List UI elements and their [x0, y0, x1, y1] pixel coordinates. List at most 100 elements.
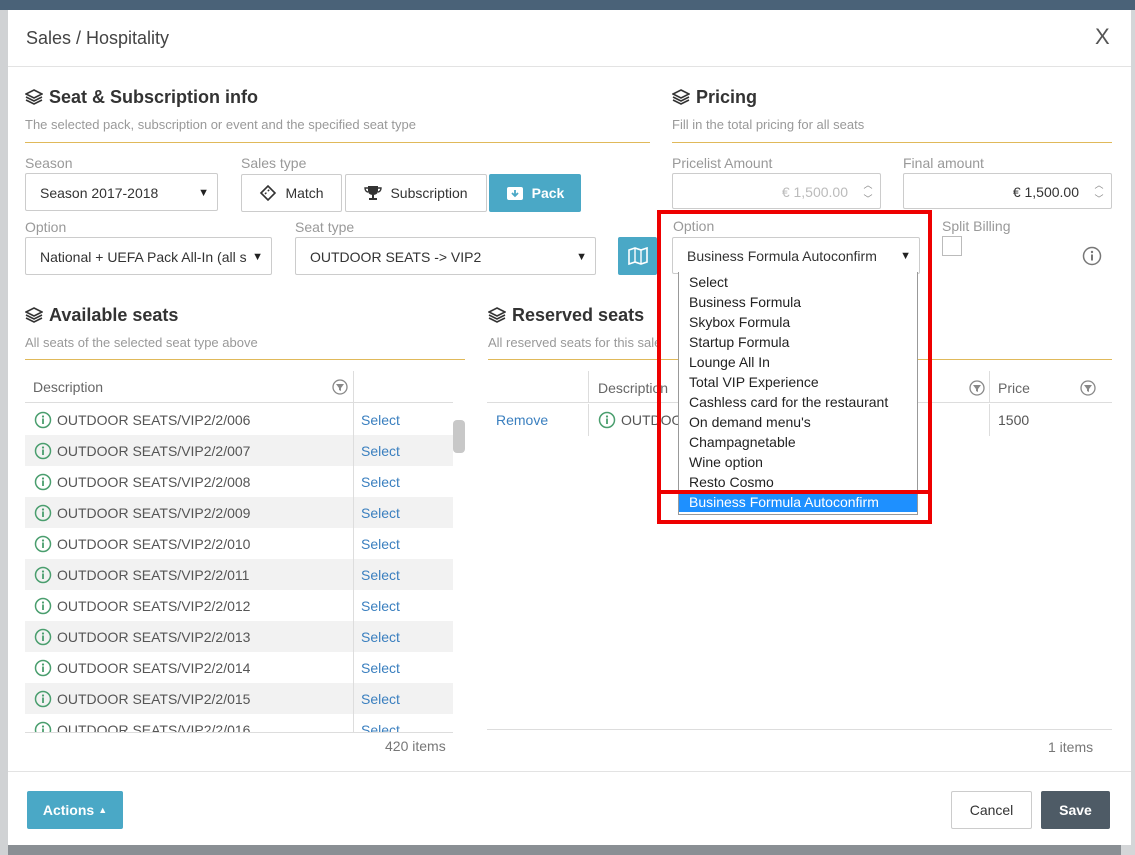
- spin-up-icon[interactable]: ︿: [1091, 179, 1107, 191]
- dropdown-arrow-icon: ▼: [576, 251, 587, 263]
- seat-section-divider: [25, 142, 650, 143]
- subscription-button[interactable]: Subscription: [345, 174, 487, 212]
- select-link[interactable]: Select: [361, 567, 400, 583]
- layers-icon: [24, 89, 44, 105]
- highlight-frame: [657, 210, 932, 524]
- available-seats-title: Available seats: [24, 305, 179, 326]
- modal-footer: Actions ▲ Cancel Save: [8, 771, 1131, 845]
- table-row: OUTDOOR SEATS/VIP2/2/015 Select: [25, 683, 453, 714]
- spin-up-icon[interactable]: ︿: [860, 179, 876, 191]
- seat-description: OUTDOOR SEATS/VIP2/2/008: [57, 474, 251, 490]
- filter-icon[interactable]: [969, 380, 985, 401]
- package-icon: [506, 187, 523, 200]
- modal-title: Sales / Hospitality: [26, 28, 170, 48]
- select-link[interactable]: Select: [361, 691, 400, 707]
- sales-modal: Sales / Hospitality X Seat & Subscriptio…: [8, 10, 1131, 845]
- table-row: OUTDOOR SEATS/VIP2/2/008 Select: [25, 466, 453, 497]
- option-left-label: Option: [25, 219, 67, 235]
- select-link[interactable]: Select: [361, 629, 400, 645]
- spin-down-icon[interactable]: ﹀: [1091, 193, 1107, 205]
- background-left: [0, 10, 8, 855]
- seat-description: OUTDOOR SEATS/VIP2/2/013: [57, 629, 251, 645]
- table-row: OUTDOOR SEATS/VIP2/2/014 Select: [25, 652, 453, 683]
- select-link[interactable]: Select: [361, 536, 400, 552]
- seat-description: OUTDOOR SEATS/VIP2/2/007: [57, 443, 251, 459]
- layers-icon: [671, 89, 691, 105]
- final-amount-value: € 1,500.00: [1012, 184, 1079, 200]
- select-link[interactable]: Select: [361, 598, 400, 614]
- reserved-grid-bottom: [487, 729, 1112, 730]
- select-link[interactable]: Select: [361, 722, 400, 732]
- pack-button[interactable]: Pack: [489, 174, 581, 212]
- filter-icon[interactable]: [332, 379, 348, 400]
- map-icon: [627, 247, 648, 265]
- match-button[interactable]: Match: [241, 174, 342, 212]
- remove-link[interactable]: Remove: [496, 412, 548, 428]
- option-left-select[interactable]: National + UEFA Pack All-In (all s ▼: [25, 237, 272, 275]
- final-amount-label: Final amount: [903, 155, 984, 171]
- available-grid-header: Description: [25, 371, 453, 403]
- season-select[interactable]: Season 2017-2018 ▼: [25, 173, 218, 211]
- seat-type-select[interactable]: OUTDOOR SEATS -> VIP2 ▼: [295, 237, 596, 275]
- select-link[interactable]: Select: [361, 505, 400, 521]
- select-link[interactable]: Select: [361, 474, 400, 490]
- filter-icon[interactable]: [1080, 380, 1096, 401]
- table-row: OUTDOOR SEATS/VIP2/2/012 Select: [25, 590, 453, 621]
- pricing-section-title-text: Pricing: [696, 87, 758, 107]
- scrollbar-thumb[interactable]: [453, 420, 465, 453]
- pricing-section-subtitle: Fill in the total pricing for all seats: [672, 117, 865, 132]
- reserved-count: 1 items: [1048, 739, 1094, 755]
- reserved-price: 1500: [998, 412, 1030, 428]
- close-button[interactable]: X: [1095, 24, 1110, 50]
- layers-icon: [24, 307, 44, 323]
- pack-label: Pack: [531, 185, 565, 201]
- cancel-button[interactable]: Cancel: [951, 791, 1032, 829]
- available-count: 420 items: [385, 738, 446, 754]
- seat-section-title-text: Seat & Subscription info: [49, 87, 259, 107]
- info-circle-icon: [34, 597, 52, 618]
- dropdown-arrow-icon: ▼: [252, 251, 263, 263]
- info-circle-icon: [34, 628, 52, 649]
- select-link[interactable]: Select: [361, 443, 400, 459]
- info-circle-icon: [34, 473, 52, 494]
- split-billing-checkbox[interactable]: [942, 236, 962, 256]
- table-row: OUTDOOR SEATS/VIP2/2/007 Select: [25, 435, 453, 466]
- pricelist-input[interactable]: € 1,500.00 ︿ ﹀: [672, 173, 881, 209]
- dropdown-arrow-icon: ▼: [198, 187, 209, 199]
- seat-description: OUTDOOR SEATS/VIP2/2/012: [57, 598, 251, 614]
- ticket-icon: [260, 185, 277, 201]
- available-seats-title-text: Available seats: [49, 305, 179, 325]
- info-circle-icon: [34, 659, 52, 680]
- save-button[interactable]: Save: [1041, 791, 1110, 829]
- info-icon[interactable]: [1082, 246, 1102, 271]
- table-row: OUTDOOR SEATS/VIP2/2/006 Select: [25, 404, 453, 435]
- final-amount-input[interactable]: € 1,500.00 ︿ ﹀: [903, 173, 1112, 209]
- select-link[interactable]: Select: [361, 412, 400, 428]
- reserved-col-price: Price: [998, 380, 1030, 396]
- season-label: Season: [25, 155, 73, 171]
- seat-map-button[interactable]: [618, 237, 657, 275]
- match-label: Match: [285, 185, 324, 201]
- seat-type-value: OUTDOOR SEATS -> VIP2: [310, 249, 482, 265]
- info-circle-icon: [34, 411, 52, 432]
- actions-button[interactable]: Actions ▲: [27, 791, 123, 829]
- reserved-seats-title-text: Reserved seats: [512, 305, 645, 325]
- available-col-description: Description: [33, 379, 104, 395]
- pricing-section-divider: [672, 142, 1112, 143]
- select-link[interactable]: Select: [361, 660, 400, 676]
- seat-description: OUTDOOR SEATS/VIP2/2/011: [57, 567, 250, 583]
- table-row: OUTDOOR SEATS/VIP2/2/016 Select: [25, 714, 453, 732]
- spin-down-icon[interactable]: ﹀: [860, 193, 876, 205]
- column-separator: [353, 403, 354, 732]
- modal-header: Sales / Hospitality X: [8, 10, 1131, 67]
- actions-label: Actions: [42, 802, 95, 818]
- split-billing-label: Split Billing: [942, 218, 1011, 234]
- header-separator: [588, 371, 589, 403]
- info-circle-icon: [598, 411, 616, 434]
- info-circle-icon: [34, 721, 52, 732]
- table-row: OUTDOOR SEATS/VIP2/2/010 Select: [25, 528, 453, 559]
- available-seats-grid: Description OUTDOOR SEATS/VIP2/2/006 Sele…: [25, 371, 453, 733]
- header-separator: [353, 371, 354, 403]
- info-circle-icon: [34, 690, 52, 711]
- table-row: OUTDOOR SEATS/VIP2/2/013 Select: [25, 621, 453, 652]
